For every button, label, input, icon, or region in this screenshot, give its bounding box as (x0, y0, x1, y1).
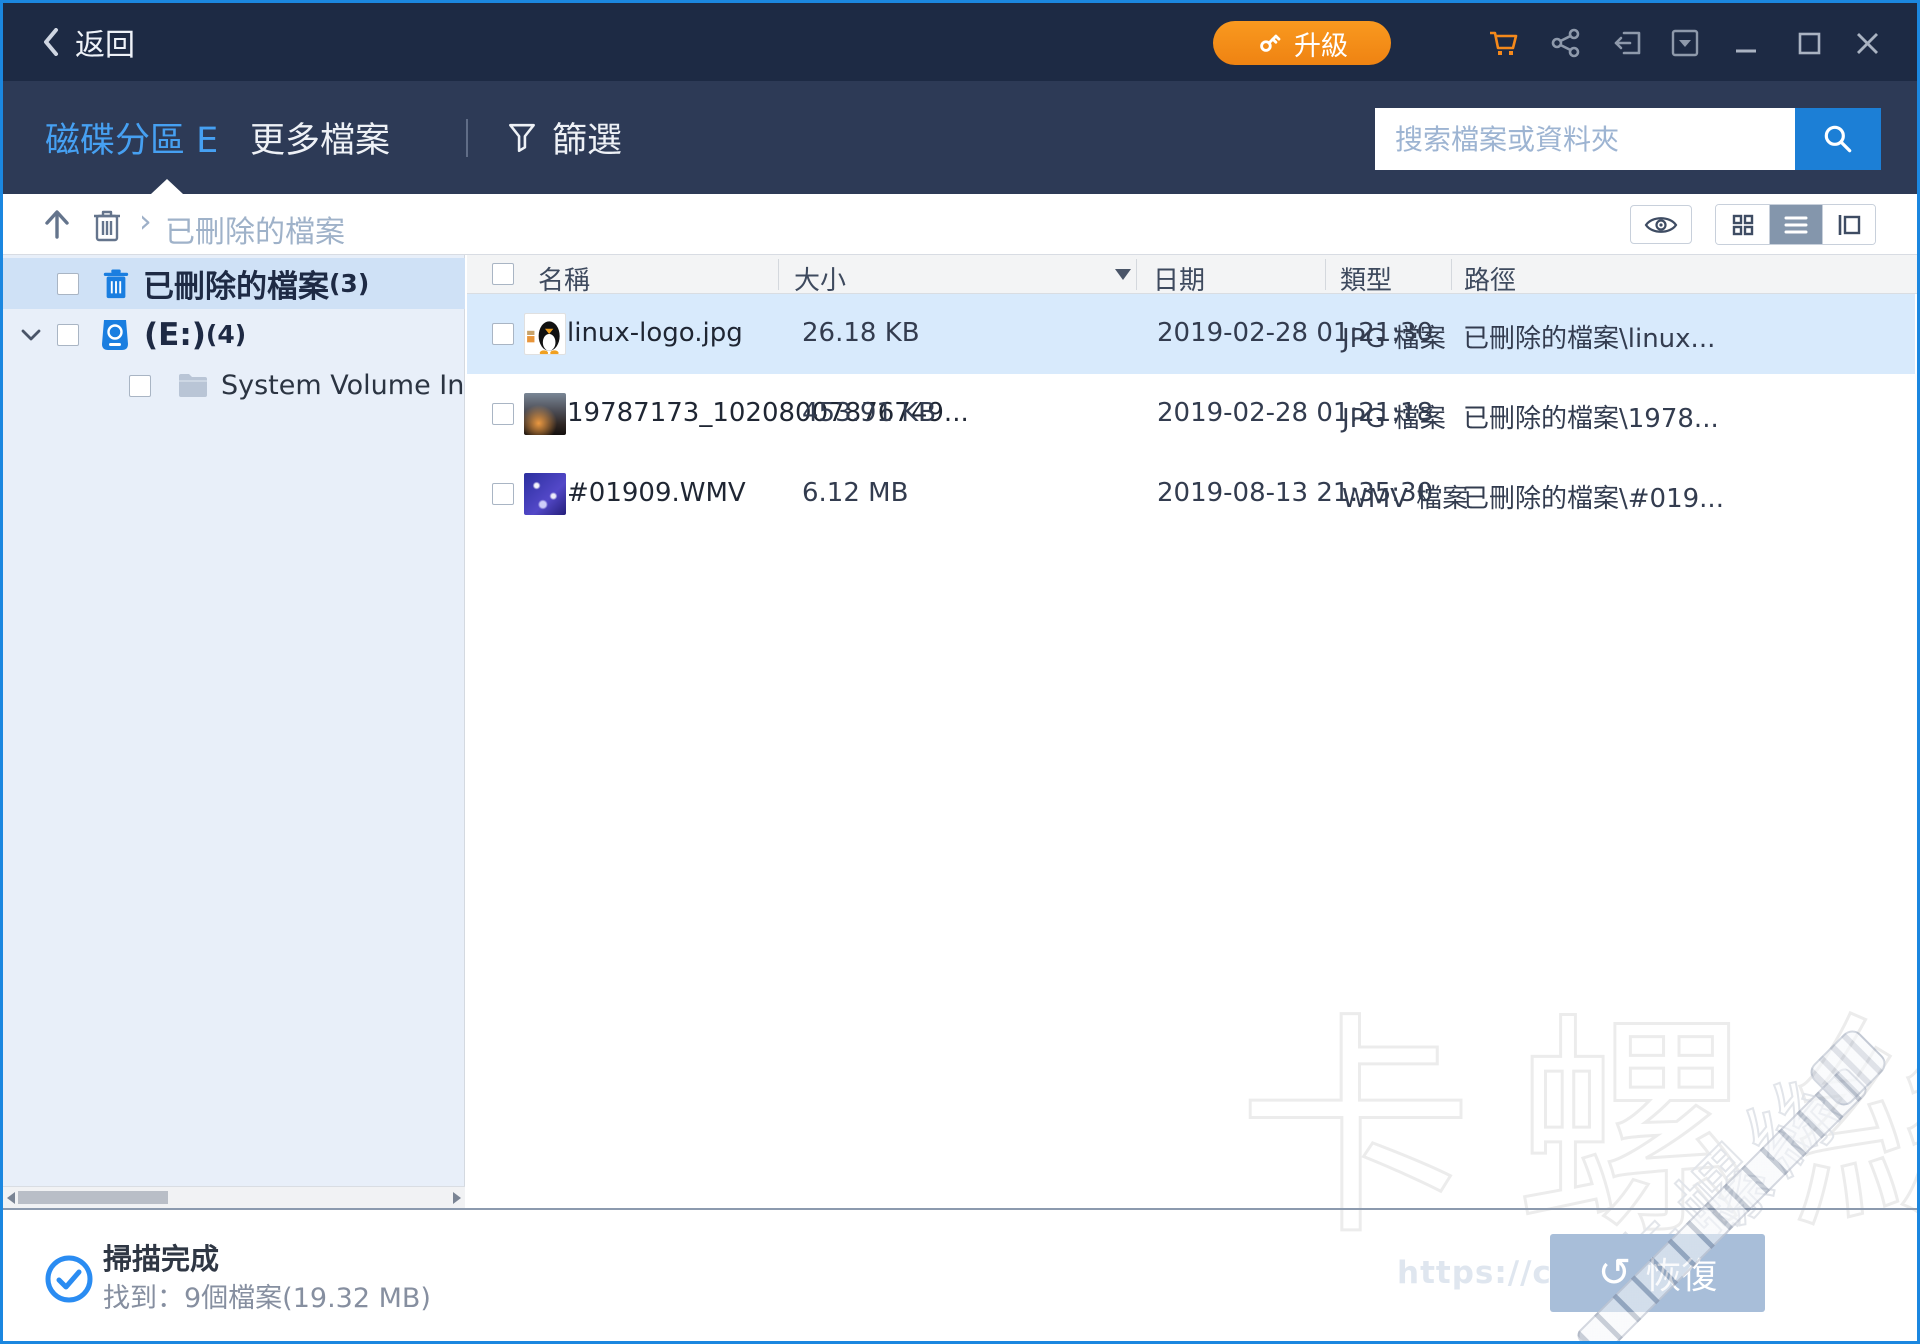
file-thumbnail-video (524, 473, 566, 515)
scroll-right-arrow[interactable] (453, 1192, 461, 1204)
file-thumbnail-linux (524, 313, 566, 355)
restore-icon: ↺ (1597, 1251, 1632, 1295)
column-header-type[interactable]: 類型 (1340, 260, 1392, 297)
column-header-path[interactable]: 路徑 (1464, 260, 1516, 297)
column-view-icon (1838, 214, 1861, 235)
table-header: 名稱 大小 日期 類型 路徑 (467, 255, 1917, 297)
column-header-name[interactable]: 名稱 (538, 260, 590, 297)
funnel-icon (509, 123, 535, 152)
tree-count: (4) (205, 320, 247, 349)
dropdown-menu-icon[interactable] (1669, 27, 1701, 59)
select-all-checkbox[interactable] (492, 263, 514, 285)
row-checkbox[interactable] (492, 403, 514, 425)
tab-divider (466, 119, 468, 157)
breadcrumb-separator: › (139, 202, 152, 240)
column-header-date[interactable]: 日期 (1153, 260, 1205, 297)
tree-label: (E:) (144, 316, 206, 353)
file-type: JPG 檔案 (1342, 404, 1446, 434)
row-checkbox[interactable] (492, 483, 514, 505)
file-path: 已刪除的檔案\linux... (1463, 324, 1716, 354)
tree-count: (3) (329, 269, 370, 298)
file-size: 453.91 KB (802, 398, 937, 428)
breadcrumb-current: 已刪除的檔案 (165, 215, 345, 250)
share-icon[interactable] (1550, 27, 1582, 59)
trash-icon[interactable] (91, 207, 123, 243)
tree-checkbox-drive-e[interactable] (57, 323, 79, 346)
folder-tree-sidebar: 已刪除的檔案 (3) (E:) (4) System Volume In (3, 255, 465, 1208)
key-icon (1260, 34, 1281, 52)
search-icon (1824, 125, 1852, 153)
file-size: 6.12 MB (802, 478, 909, 508)
cart-icon[interactable] (1487, 27, 1519, 59)
file-path: 已刪除的檔案\#019... (1463, 484, 1724, 514)
tree-checkbox-system-volume[interactable] (129, 374, 151, 397)
file-name: #01909.WMV (567, 478, 746, 508)
upgrade-label: 升級 (1294, 30, 1348, 61)
scan-summary-text: 找到：9個檔案(19.32 MB) (103, 1283, 431, 1314)
drive-icon (102, 319, 128, 350)
exit-icon[interactable] (1612, 27, 1644, 59)
view-grid-button[interactable] (1716, 205, 1769, 244)
scan-status-text: 掃描完成 (103, 1242, 220, 1276)
scrollbar-thumb[interactable] (18, 1191, 168, 1204)
search-button[interactable] (1795, 108, 1881, 170)
tab-bar: 磁碟分區 E 更多檔案 篩選 (3, 81, 1917, 194)
tree-label: System Volume Inform (221, 370, 463, 401)
file-list-panel: 名稱 大小 日期 類型 路徑 linux-logo.jpg 26.18 KB 2… (467, 255, 1917, 1208)
list-view-icon (1784, 216, 1808, 233)
search-box (1375, 108, 1881, 170)
close-button[interactable] (1852, 27, 1884, 59)
back-label: 返回 (75, 28, 135, 63)
upgrade-button[interactable]: 升級 (1213, 21, 1391, 65)
row-checkbox[interactable] (492, 323, 514, 345)
tab-partition-e[interactable]: 磁碟分區 E (45, 81, 218, 194)
up-arrow-icon[interactable] (43, 208, 71, 240)
tree-item-system-volume[interactable]: System Volume Inform (3, 360, 465, 411)
file-path: 已刪除的檔案\1978... (1463, 404, 1719, 434)
recover-button[interactable]: ↺ 恢復 (1550, 1234, 1765, 1312)
preview-toggle-button[interactable] (1630, 205, 1692, 244)
scan-complete-icon (45, 1255, 93, 1303)
eye-icon (1644, 216, 1678, 233)
file-type: WMV 檔案 (1342, 484, 1469, 514)
title-bar: 返回 升級 (3, 3, 1917, 81)
tree-item-drive-e[interactable]: (E:) (4) (3, 309, 465, 360)
table-row[interactable]: 19787173_10208007876749... 453.91 KB 201… (467, 374, 1915, 454)
table-row[interactable]: #01909.WMV 6.12 MB 2019-08-13 21:35:30 W… (467, 454, 1915, 534)
tree-label: 已刪除的檔案 (143, 269, 329, 305)
grid-view-icon (1732, 214, 1753, 235)
file-thumbnail-photo (524, 393, 566, 435)
tree-checkbox-deleted-files[interactable] (57, 272, 79, 295)
chevron-down-icon[interactable] (21, 328, 41, 342)
tab-more-files[interactable]: 更多檔案 (250, 81, 390, 194)
back-button[interactable]: 返回 (43, 3, 135, 81)
column-header-size[interactable]: 大小 (794, 260, 846, 297)
tree-item-deleted-files[interactable]: 已刪除的檔案 (3) (3, 258, 465, 309)
sidebar-horizontal-scrollbar[interactable] (3, 1186, 465, 1208)
view-mode-group (1715, 204, 1876, 245)
maximize-button[interactable] (1794, 27, 1826, 59)
file-size: 26.18 KB (802, 318, 920, 348)
app-window: 返回 升級 磁碟分區 E 更多檔案 篩選 搜索檔案或資料夾 › 已刪除的檔案 已… (0, 0, 1920, 1344)
scroll-left-arrow[interactable] (7, 1192, 15, 1204)
sort-descending-icon[interactable] (1115, 269, 1131, 280)
view-column-button[interactable] (1822, 205, 1875, 244)
statusbar-divider (3, 1208, 1917, 1210)
chevron-left-icon (44, 28, 58, 56)
file-name: linux-logo.jpg (567, 318, 743, 348)
view-list-button[interactable] (1769, 205, 1822, 244)
file-type: JPG 檔案 (1342, 324, 1446, 354)
breadcrumb-bar: › 已刪除的檔案 (3, 194, 1917, 255)
search-input[interactable] (1375, 108, 1795, 170)
filter-button[interactable]: 篩選 (508, 81, 622, 194)
active-tab-notch (151, 179, 183, 194)
table-row[interactable]: linux-logo.jpg 26.18 KB 2019-02-28 01:21… (467, 294, 1915, 374)
minimize-button[interactable] (1731, 27, 1763, 59)
trash-icon (103, 268, 129, 298)
folder-icon (179, 374, 207, 397)
